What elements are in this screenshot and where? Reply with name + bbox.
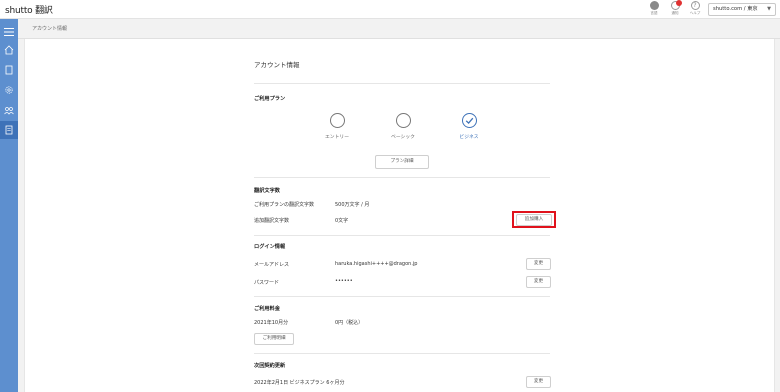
account-panel: アカウント情報 ご利用プラン エントリー ベーシック ビジネス プラン詳細 翻訳… (24, 39, 775, 392)
translation-section-title: 翻訳文字数 (254, 188, 280, 194)
extra-chars-label: 追加翻訳文字数 (254, 218, 290, 224)
help-icon: ? (690, 1, 700, 10)
plan-section-title: ご利用プラン (254, 96, 286, 102)
password-change-button[interactable]: 変更 (526, 276, 551, 288)
region-select[interactable]: shutto.com / 東京 ▼ (708, 3, 776, 16)
account-document-icon (5, 125, 13, 135)
chevron-down-icon: ▼ (767, 6, 771, 12)
renewal-section-title: 次回契約更新 (254, 363, 286, 369)
plan-chars-label: ご利用プランの翻訳文字数 (254, 202, 315, 208)
bell-icon (670, 0, 682, 10)
radio-icon (395, 113, 411, 128)
globe-icon (649, 1, 659, 10)
fee-month: 2021年10月分 (254, 320, 289, 326)
gear-icon (5, 86, 13, 94)
app-logo[interactable]: shutto 翻訳 (5, 3, 53, 16)
help-button[interactable]: ? ヘルプ (684, 1, 706, 16)
plan-details-button[interactable]: プラン詳細 (375, 155, 429, 169)
radio-icon (329, 113, 345, 128)
sidebar-item-home[interactable] (0, 41, 18, 59)
fee-section-title: ご利用料金 (254, 306, 280, 312)
help-caption: ヘルプ (689, 11, 701, 15)
highlight-box (512, 211, 556, 228)
fee-amount: 0円（税込） (335, 320, 364, 326)
renewal-change-button[interactable]: 変更 (526, 376, 551, 388)
plan-option-business[interactable]: ビジネス (449, 113, 489, 140)
top-header: shutto 翻訳 言語 通知 ? ヘルプ shutto.com / 東京 ▼ (0, 0, 780, 19)
password-label: パスワード (254, 280, 280, 286)
plan-option-label: ベーシック (391, 135, 415, 140)
language-caption: 言語 (650, 11, 658, 15)
sidebar-item-account[interactable] (0, 121, 18, 139)
home-icon (4, 45, 14, 55)
page-title: アカウント情報 (254, 61, 300, 69)
divider (254, 83, 550, 84)
plan-option-label: ビジネス (459, 135, 479, 140)
notification-button[interactable]: 通知 (664, 0, 686, 16)
sidebar-menu-toggle[interactable] (0, 23, 18, 41)
plan-chars-value: 500万文字 / 月 (335, 202, 370, 208)
plan-option-basic[interactable]: ベーシック (383, 113, 423, 140)
language-button[interactable]: 言語 (643, 1, 665, 16)
sidebar (0, 19, 18, 392)
divider (254, 353, 550, 354)
divider (254, 177, 550, 178)
renewal-text: 2022年2月1日 ビジネスプラン 6ヶ月分 (254, 380, 345, 386)
hamburger-icon (4, 28, 14, 36)
email-label: メールアドレス (254, 262, 290, 268)
divider (254, 235, 550, 236)
breadcrumb: アカウント情報 (32, 26, 68, 32)
usage-history-button[interactable]: ご利用明細 (254, 333, 294, 345)
notification-badge (675, 0, 682, 6)
users-icon (4, 107, 14, 115)
divider (254, 296, 550, 297)
sidebar-item-settings[interactable] (0, 81, 18, 99)
email-value: haruka.higashi++++@dragon.jp (335, 261, 418, 267)
email-change-button[interactable]: 変更 (526, 258, 551, 270)
plan-option-label: エントリー (325, 135, 349, 140)
region-select-value: shutto.com / 東京 (713, 6, 758, 12)
password-value: •••••• (335, 278, 353, 284)
check-circle-icon (461, 113, 477, 128)
login-section-title: ログイン情報 (254, 244, 286, 250)
extra-chars-value: 0文字 (335, 218, 349, 224)
document-icon (5, 65, 13, 75)
breadcrumb-bar: アカウント情報 (18, 19, 780, 39)
plan-option-entry[interactable]: エントリー (317, 113, 357, 140)
sidebar-item-users[interactable] (0, 101, 18, 119)
sidebar-item-documents[interactable] (0, 61, 18, 79)
notification-caption: 通知 (671, 11, 679, 15)
